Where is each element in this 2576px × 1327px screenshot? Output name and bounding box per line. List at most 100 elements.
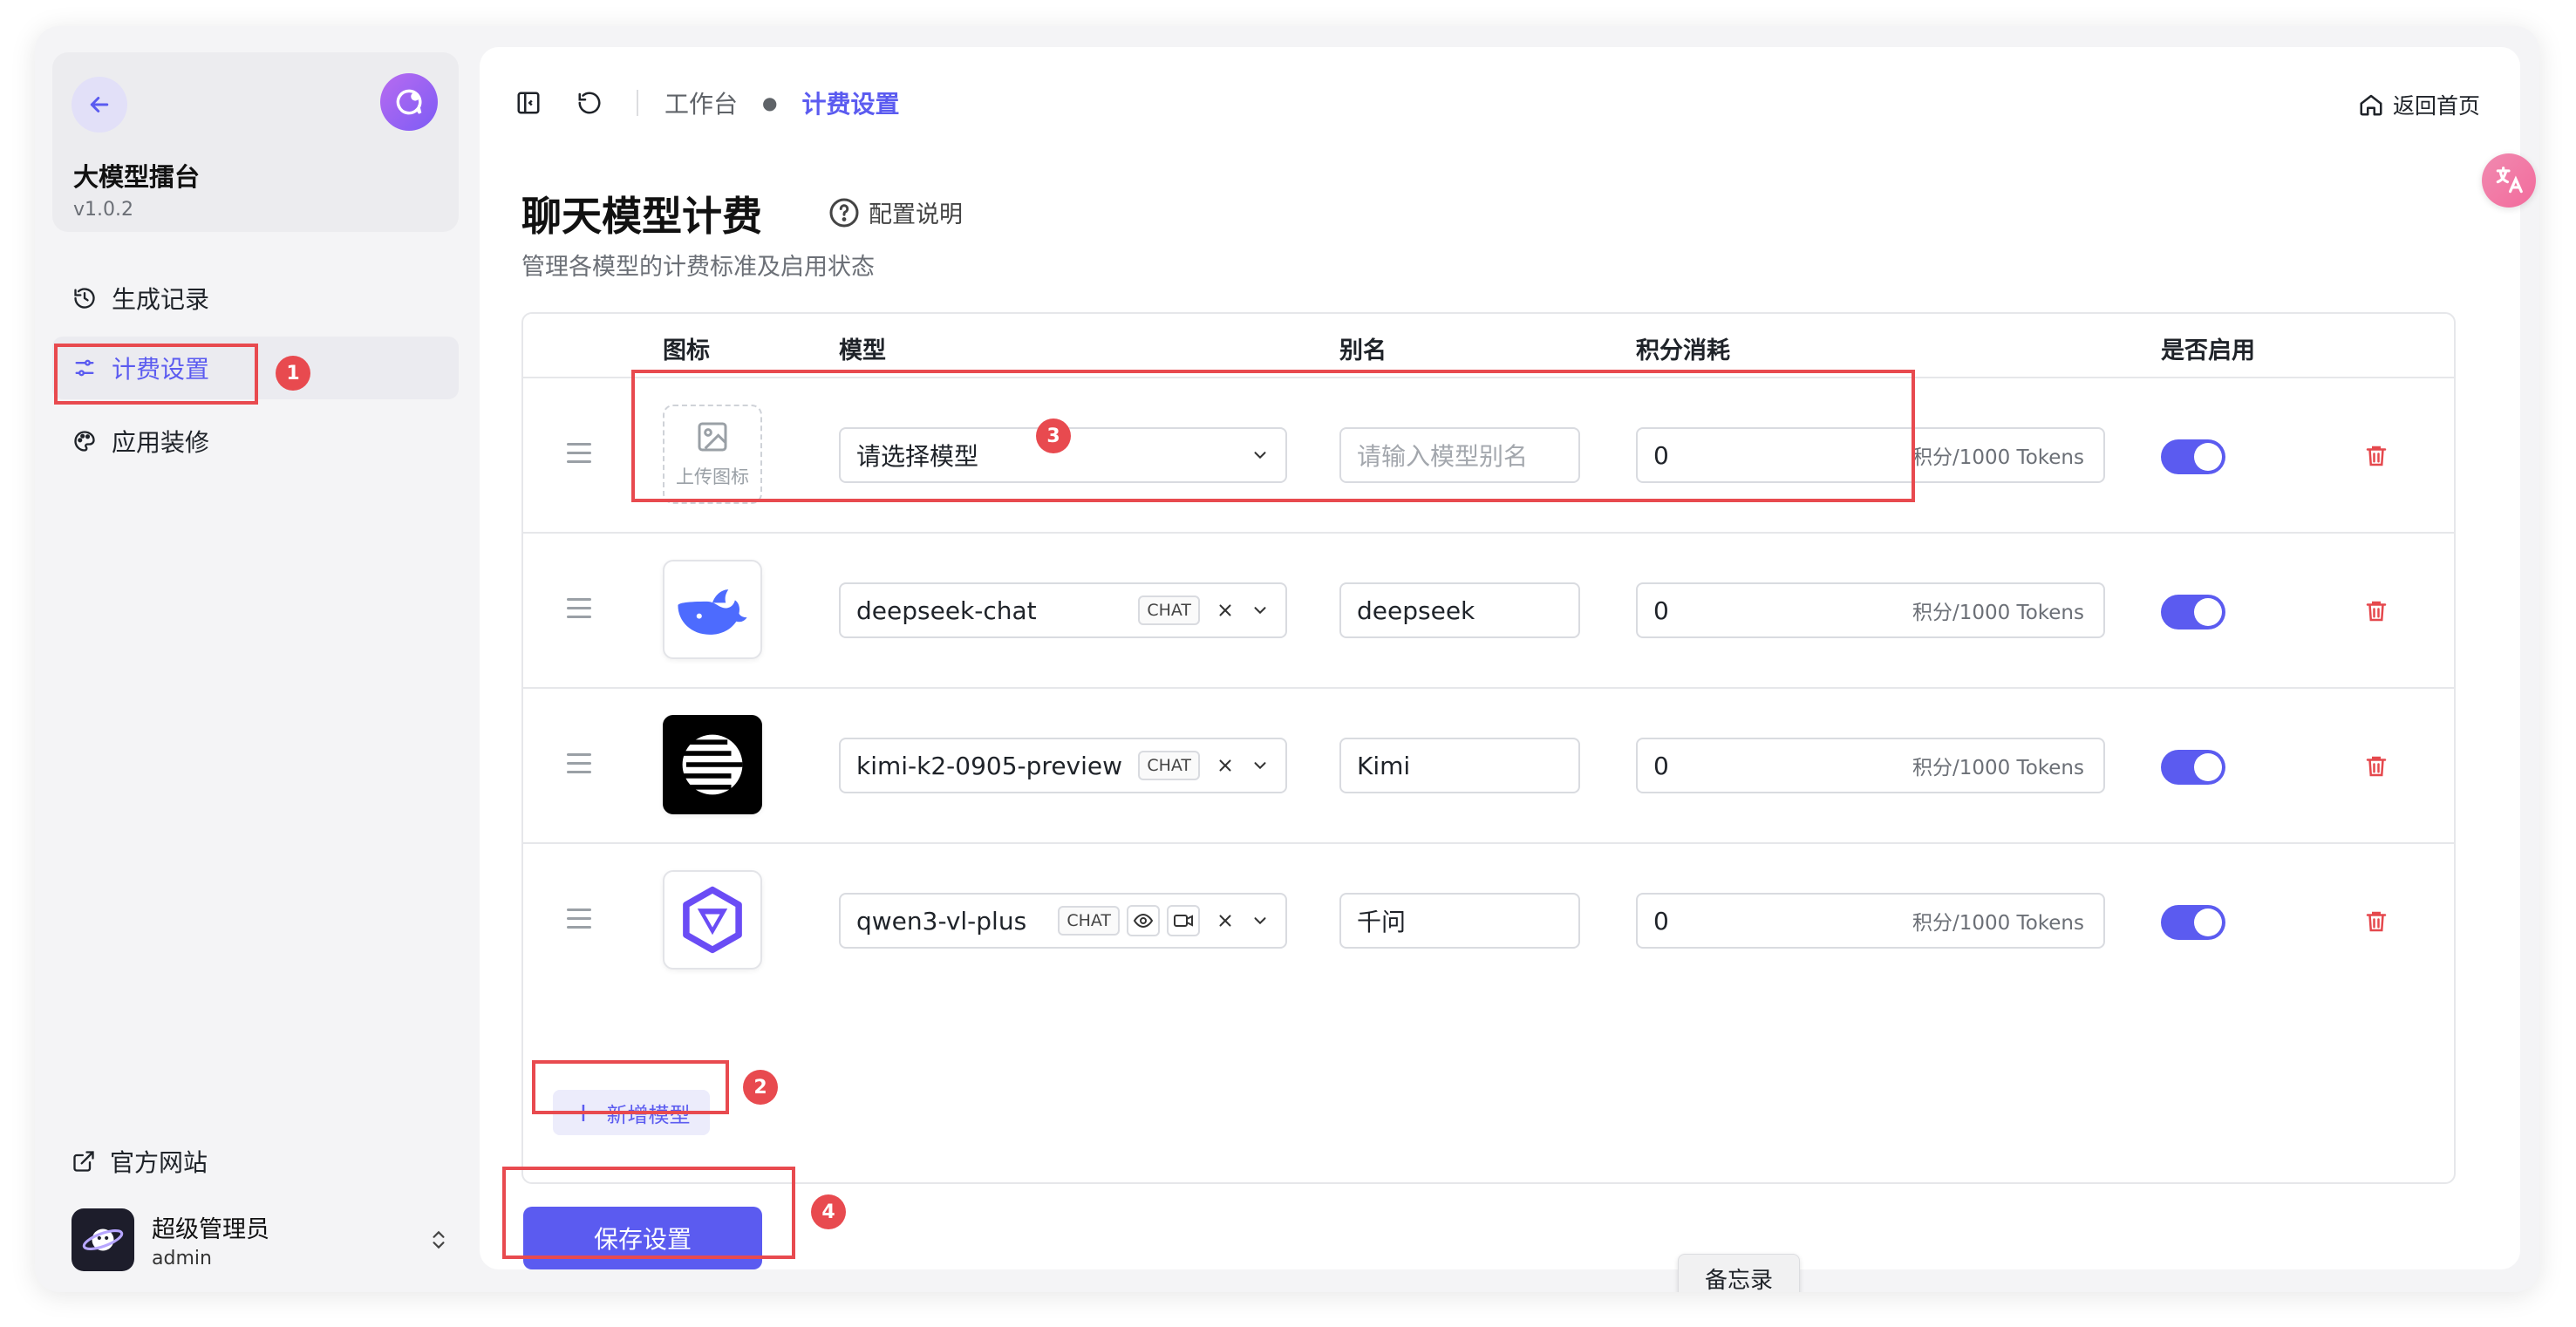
planet-avatar-icon xyxy=(82,1228,124,1251)
chevron-down-icon xyxy=(1254,762,1266,770)
annotation-box-4 xyxy=(502,1167,795,1259)
annotation-box-3 xyxy=(631,370,1915,502)
refresh-icon[interactable] xyxy=(576,89,603,117)
back-home-label: 返回首页 xyxy=(2392,93,2480,119)
alias-input[interactable]: deepseek xyxy=(1339,582,1580,638)
help-circle-icon xyxy=(829,198,859,227)
clear-icon[interactable] xyxy=(1216,911,1235,930)
app-title: 大模型擂台 xyxy=(73,162,201,192)
annotation-badge-2: 2 xyxy=(743,1070,778,1105)
score-value: 0 xyxy=(1653,595,1669,625)
main-panel: 工作台 ● 计费设置 返回首页 聊天模型计费 配置说明 管理各模型的计费标准及启… xyxy=(480,47,2520,1269)
enable-toggle[interactable] xyxy=(2161,595,2225,629)
table-row: kimi-k2-0905-preview CHAT Kimi 0 积分/1000… xyxy=(523,689,2454,844)
score-unit: 积分/1000 Tokens xyxy=(1912,912,2084,935)
deepseek-whale-icon xyxy=(678,589,747,635)
model-icon-deepseek[interactable] xyxy=(663,560,762,659)
avatar xyxy=(72,1208,134,1271)
column-header-score: 积分消耗 xyxy=(1636,337,1730,364)
config-help-label: 配置说明 xyxy=(869,201,963,228)
table-header: 图标 模型 别名 积分消耗 是否启用 xyxy=(523,314,2454,378)
translate-icon xyxy=(2496,167,2523,194)
score-unit: 积分/1000 Tokens xyxy=(1912,602,2084,624)
breadcrumb-separator: ● xyxy=(762,92,778,113)
annotation-box-1 xyxy=(54,344,258,405)
chat-tag: CHAT xyxy=(1138,751,1200,780)
model-select[interactable]: kimi-k2-0905-preview CHAT xyxy=(839,738,1287,793)
drag-handle-icon[interactable] xyxy=(567,443,591,469)
official-site-link[interactable]: 官方网站 xyxy=(72,1144,208,1179)
user-menu[interactable]: 超级管理员 admin xyxy=(72,1203,455,1276)
annotation-box-2 xyxy=(532,1060,729,1114)
drag-handle-icon[interactable] xyxy=(567,598,591,624)
delete-icon[interactable] xyxy=(2363,752,2389,781)
enable-toggle[interactable] xyxy=(2161,439,2225,474)
column-header-alias: 别名 xyxy=(1339,337,1387,364)
eye-icon xyxy=(1133,913,1154,929)
sidebar-item-history[interactable]: 生成记录 xyxy=(52,267,459,330)
official-site-label: 官方网站 xyxy=(110,1148,208,1177)
app-version: v1.0.2 xyxy=(73,199,133,221)
score-unit: 积分/1000 Tokens xyxy=(1912,446,2084,469)
home-icon xyxy=(2360,94,2382,116)
score-value: 0 xyxy=(1653,906,1669,936)
chevron-down-icon xyxy=(1254,917,1266,925)
score-input[interactable]: 0 积分/1000 Tokens xyxy=(1636,582,2105,638)
vision-tag xyxy=(1127,905,1160,936)
chevron-up-down-icon[interactable] xyxy=(427,1228,450,1251)
chat-tag: CHAT xyxy=(1138,595,1200,625)
arrow-left-icon xyxy=(90,97,109,112)
memo-tab[interactable]: 备忘录 xyxy=(1678,1254,1800,1292)
delete-icon[interactable] xyxy=(2363,596,2389,626)
chat-tag: CHAT xyxy=(1058,906,1120,936)
app-logo xyxy=(380,73,438,131)
sidebar: 大模型擂台 v1.0.2 生成记录 计费设置 应用装修 官方网站 超级管理员 a… xyxy=(35,26,480,1292)
score-value: 0 xyxy=(1653,751,1669,780)
drag-handle-icon[interactable] xyxy=(567,753,591,779)
clear-icon[interactable] xyxy=(1216,756,1235,775)
model-select-value: kimi-k2-0905-preview xyxy=(856,751,1123,780)
translate-button[interactable] xyxy=(2482,153,2536,208)
app-card: 大模型擂台 v1.0.2 xyxy=(52,52,459,232)
model-select-value: deepseek-chat xyxy=(856,595,1037,625)
alias-input[interactable]: 千问 xyxy=(1339,893,1580,949)
delete-icon[interactable] xyxy=(2363,907,2389,936)
external-link-icon xyxy=(73,1151,94,1172)
back-button[interactable] xyxy=(72,77,127,133)
user-role: admin xyxy=(152,1248,212,1269)
model-icon-qwen[interactable] xyxy=(663,870,762,970)
page-title: 聊天模型计费 xyxy=(521,193,762,240)
model-select[interactable]: qwen3-vl-plus CHAT xyxy=(839,893,1287,949)
clear-icon[interactable] xyxy=(1216,601,1235,620)
user-name: 超级管理员 xyxy=(152,1216,269,1243)
alias-input[interactable]: Kimi xyxy=(1339,738,1580,793)
sidebar-item-label: 应用装修 xyxy=(112,428,210,457)
sidebar-item-decor[interactable]: 应用装修 xyxy=(52,410,459,473)
breadcrumb-workbench[interactable]: 工作台 xyxy=(664,85,738,120)
chat-bubble-icon xyxy=(396,89,422,115)
annotation-badge-4: 4 xyxy=(811,1194,846,1229)
collapse-sidebar-icon[interactable] xyxy=(515,89,542,117)
config-help-link[interactable]: 配置说明 xyxy=(828,195,963,229)
app-window: 大模型擂台 v1.0.2 生成记录 计费设置 应用装修 官方网站 超级管理员 a… xyxy=(35,26,2539,1292)
model-select-value: qwen3-vl-plus xyxy=(856,906,1027,936)
column-header-model: 模型 xyxy=(839,337,886,364)
enable-toggle[interactable] xyxy=(2161,905,2225,940)
video-tag xyxy=(1167,905,1200,936)
score-input[interactable]: 0 积分/1000 Tokens xyxy=(1636,738,2105,793)
table-row: deepseek-chat CHAT deepseek 0 积分/1000 To… xyxy=(523,534,2454,689)
drag-handle-icon[interactable] xyxy=(567,908,591,935)
back-home-link[interactable]: 返回首页 xyxy=(2358,89,2480,120)
chevron-down-icon xyxy=(1254,607,1266,615)
delete-icon[interactable] xyxy=(2363,441,2389,471)
model-icon-kimi[interactable] xyxy=(663,715,762,814)
model-select[interactable]: deepseek-chat CHAT xyxy=(839,582,1287,638)
enable-toggle[interactable] xyxy=(2161,750,2225,785)
score-input[interactable]: 0 积分/1000 Tokens xyxy=(1636,893,2105,949)
score-unit: 积分/1000 Tokens xyxy=(1912,757,2084,779)
history-icon xyxy=(72,285,98,311)
annotation-badge-3: 3 xyxy=(1036,419,1071,453)
kimi-stripes-icon xyxy=(682,734,743,795)
breadcrumb-current: 计费设置 xyxy=(801,90,900,119)
toolbar: 工作台 ● 计费设置 xyxy=(515,85,899,120)
